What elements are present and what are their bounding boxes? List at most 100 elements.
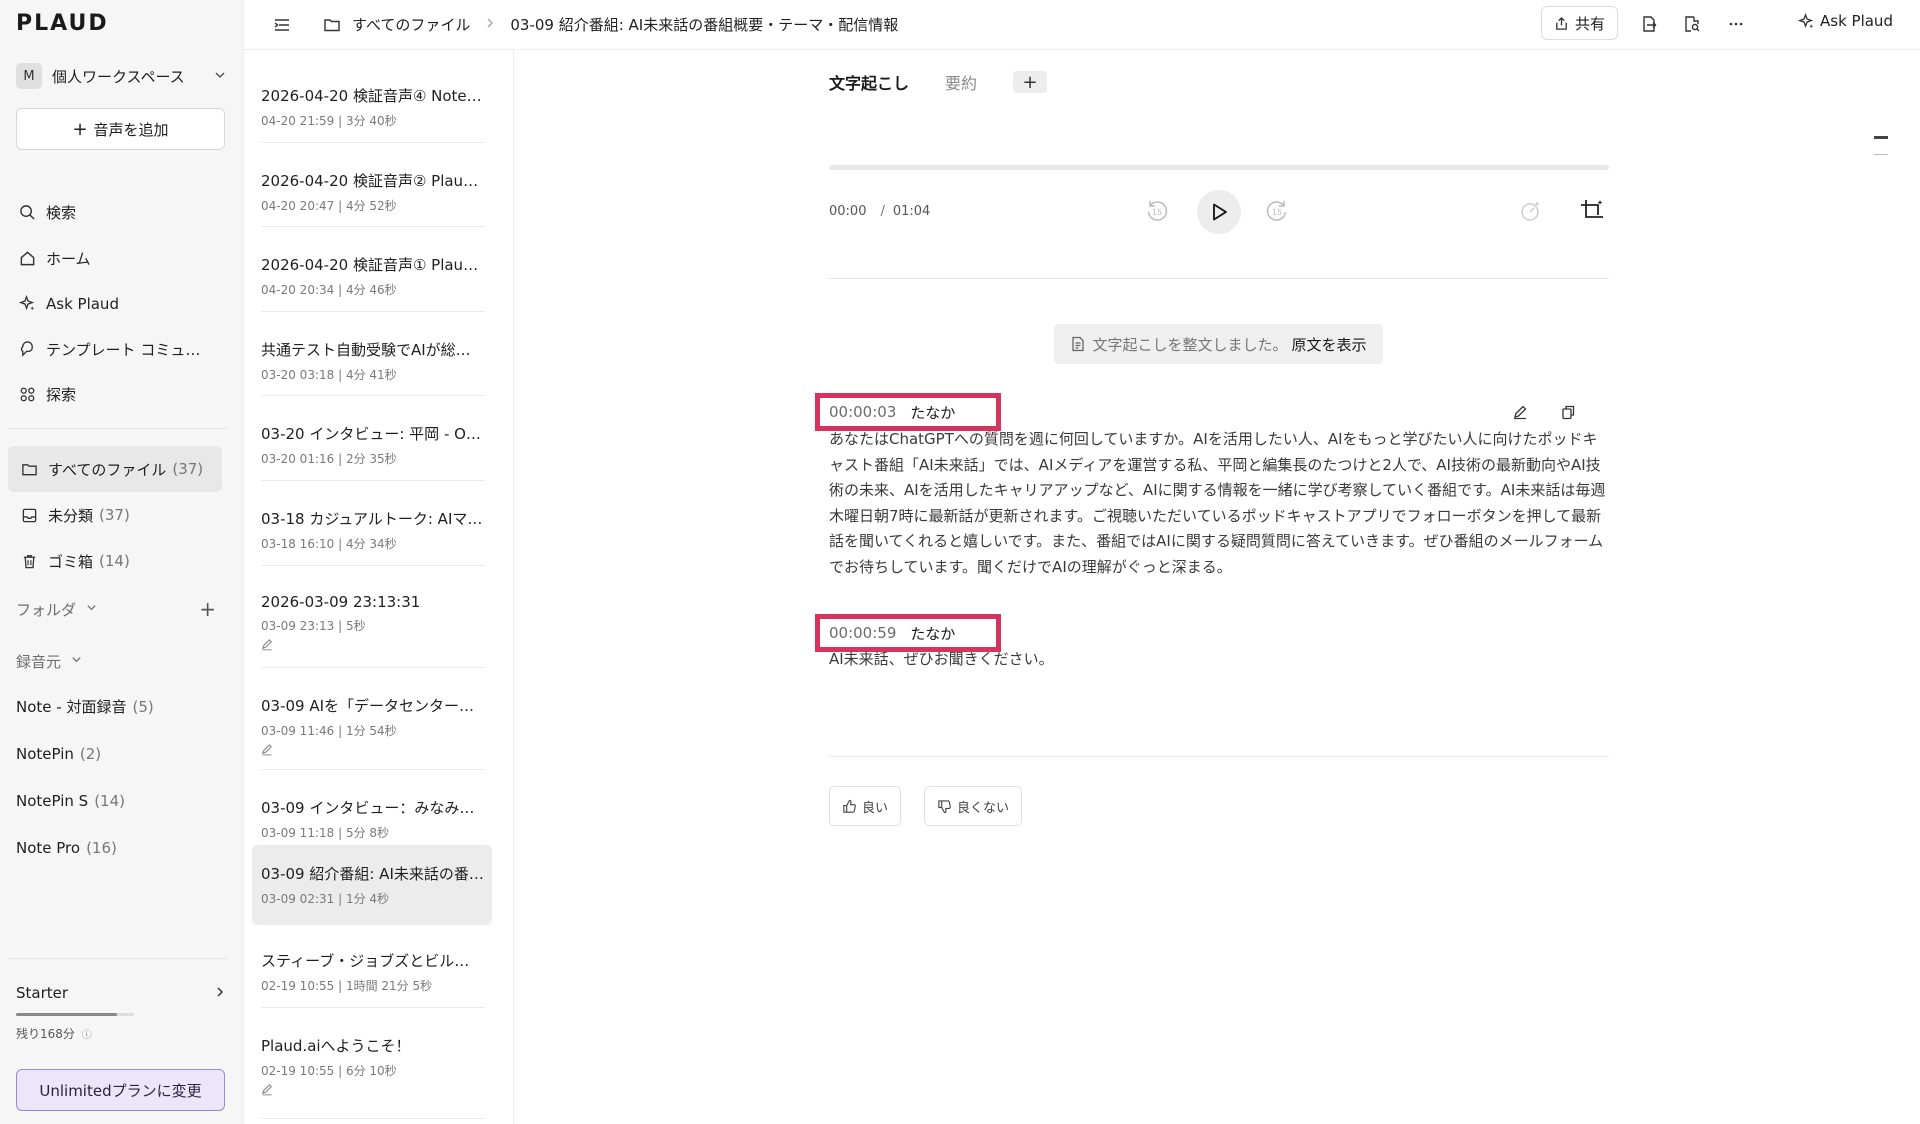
info-icon[interactable]: ⓘ — [82, 1030, 92, 1041]
plan-button[interactable]: Starter — [16, 982, 226, 1004]
file-count: (14) — [99, 552, 130, 570]
source-count: (14) — [94, 791, 125, 810]
add-audio-label: 音声を追加 — [93, 120, 169, 139]
forward-15-icon[interactable]: 15 — [1262, 196, 1292, 226]
upgrade-plan-button[interactable]: Unlimitedプランに変更 — [16, 1069, 225, 1111]
sparkle-icon — [1798, 12, 1814, 28]
recording-meta: 02-19 10:55 | 6分 10秒 — [261, 1064, 397, 1078]
document-search-icon[interactable] — [1680, 12, 1704, 36]
recording-item[interactable]: 共通テスト自動受験でAIが総… 03-20 03:18 | 4分 41秒 — [252, 321, 492, 399]
transcript-panel: 文字起こし 要約 + 00:00 / 01:04 15 15 文字起こしを整文しまし… — [515, 50, 1920, 1124]
sidebar-item-explore[interactable]: 探索 — [8, 372, 228, 418]
source-item[interactable]: Note Pro (16) — [16, 824, 226, 871]
copy-icon[interactable] — [1558, 402, 1578, 422]
recording-meta: 03-09 11:18 | 5分 8秒 — [261, 826, 390, 840]
thumbs-down-icon — [938, 799, 951, 813]
rewind-15-icon[interactable]: 15 — [1142, 196, 1172, 226]
edit-icon[interactable] — [1510, 402, 1530, 422]
transcript-notice: 文字起こしを整文しました。 原文を表示 — [1054, 324, 1383, 364]
edited-pen-icon — [261, 1083, 492, 1099]
speaker-name[interactable]: たなか — [910, 402, 955, 423]
add-tab-button[interactable]: + — [1013, 71, 1048, 93]
svg-text:15: 15 — [1152, 208, 1162, 217]
file-count: (37) — [99, 506, 130, 524]
recording-item[interactable]: 03-20 インタビュー: 平岡 - O… 03-20 01:16 | 2分 35… — [252, 405, 492, 483]
recording-title: スティーブ・ジョブズとビル… — [261, 952, 470, 970]
add-folder-icon[interactable]: + — [199, 597, 216, 621]
source-list: Note - 対面録音 (5) NotePin (2) NotePin S (1… — [16, 683, 226, 871]
source-item[interactable]: Note - 対面録音 (5) — [16, 683, 226, 730]
crop-clip-icon[interactable] — [1577, 196, 1607, 226]
folder-section-header[interactable]: フォルダ + — [16, 597, 226, 621]
recording-list: 2026-04-20 検証音声④ Note … 04-20 21:59 | 3分 … — [244, 50, 514, 1124]
recording-item[interactable]: 03-09 AIを「データセンター… 03-09 11:46 | 1分 54秒 — [252, 677, 492, 756]
recording-divider — [261, 311, 485, 312]
recording-title: 03-09 AIを「データセンター… — [261, 697, 475, 715]
minimize-icon[interactable] — [1874, 136, 1888, 139]
recording-item[interactable]: 2026-04-20 検証音声④ Note … 04-20 21:59 | 3分 … — [252, 67, 492, 145]
section-divider — [829, 278, 1609, 279]
trash-icon — [20, 552, 38, 570]
plaud-logo[interactable]: PLAUD — [16, 11, 109, 36]
segment-timestamp[interactable]: 00:00:03 — [829, 403, 896, 421]
source-item[interactable]: NotePin (2) — [16, 730, 226, 777]
folder-icon — [322, 15, 342, 35]
recording-item[interactable]: 03-09 紹介番組: AI未来話の番… 03-09 02:31 | 1分 4秒 — [252, 845, 492, 925]
source-section-header[interactable]: 録音元 — [16, 649, 226, 673]
feedback-bad-button[interactable]: 良くない — [924, 786, 1023, 826]
recording-item[interactable]: 2026-04-20 検証音声② Plaud… 04-20 20:47 | 4分 … — [252, 152, 492, 230]
share-button[interactable]: 共有 — [1541, 6, 1618, 40]
file-count: (37) — [172, 460, 204, 478]
recording-divider — [261, 565, 485, 566]
workspace-switcher[interactable]: M 個人ワークスペース — [16, 62, 226, 90]
notice-message: 文字起こしを整文しました。 — [1092, 335, 1288, 354]
recording-meta: 03-18 16:10 | 4分 34秒 — [261, 537, 397, 551]
segment-timestamp[interactable]: 00:00:59 — [829, 624, 896, 642]
recording-item[interactable]: スティーブ・ジョブズとビル… 02-19 10:55 | 1時間 21分 5秒 — [252, 932, 492, 1010]
feedback-good-button[interactable]: 良い — [829, 786, 902, 826]
recording-meta: 03-09 23:13 | 5秒 — [261, 619, 366, 633]
current-time: 00:00 — [829, 204, 867, 219]
sidebar-files: すべてのファイル (37) 未分類 (37) ゴミ箱 (14) — [8, 446, 228, 584]
recording-item[interactable]: 2026-04-20 検証音声① Plaud… 04-20 20:34 | 4分 … — [252, 236, 492, 314]
sidebar-item-uncategorized[interactable]: 未分類 (37) — [8, 492, 228, 538]
recording-title: 03-09 インタビュー：みなみ… — [261, 799, 475, 817]
tab-summary[interactable]: 要約 — [945, 70, 977, 94]
content-tabs: 文字起こし 要約 + — [829, 70, 1048, 94]
sidebar-item-all-files[interactable]: すべてのファイル (37) — [8, 446, 222, 492]
recording-item[interactable]: 03-18 カジュアルトーク: AIマ… 03-18 16:10 | 4分 34秒 — [252, 490, 492, 568]
sidebar-item-search[interactable]: 検索 — [8, 190, 228, 236]
workspace-avatar: M — [16, 63, 42, 89]
sidebar-item-ask-plaud[interactable]: Ask Plaud — [8, 281, 228, 327]
breadcrumb-root[interactable]: すべてのファイル — [352, 14, 470, 35]
toggle-sidebar-icon[interactable] — [270, 13, 294, 37]
source-label: NotePin S — [16, 791, 89, 810]
play-button[interactable] — [1197, 190, 1241, 234]
recording-title: 2026-03-09 23:13:31 — [261, 593, 421, 611]
show-original-link[interactable]: 原文を表示 — [1292, 334, 1367, 355]
add-audio-button[interactable]: + 音声を追加 — [16, 108, 225, 150]
source-item[interactable]: NotePin S (14) — [16, 777, 226, 824]
sidebar-item-trash[interactable]: ゴミ箱 (14) — [8, 538, 228, 584]
tab-transcript[interactable]: 文字起こし — [829, 70, 909, 94]
share-icon — [1556, 16, 1567, 30]
ask-plaud-label: Ask Plaud — [1820, 12, 1893, 30]
speaker-name[interactable]: たなか — [910, 623, 955, 644]
playback-speed-icon[interactable] — [1515, 196, 1545, 226]
sidebar-item-home[interactable]: ホーム — [8, 236, 228, 282]
ask-plaud-button[interactable]: Ask Plaud — [1798, 12, 1893, 30]
top-bar: すべてのファイル 03-09 紹介番組: AI未来話の番組概要・テーマ・配信情報… — [244, 0, 1920, 50]
playback-time: 00:00 / 01:04 — [829, 204, 930, 219]
more-options-icon[interactable] — [1724, 12, 1748, 36]
export-icon[interactable] — [1637, 12, 1661, 36]
recording-item[interactable]: Plaud.aiへようこそ！ 02-19 10:55 | 6分 10秒 — [252, 1017, 492, 1096]
segment-text: AI未来話、ぜひお聞きください。 — [829, 650, 1054, 668]
recording-item[interactable]: 2026-03-09 23:13:31 03-09 23:13 | 5秒 — [252, 575, 492, 653]
sidebar-item-template-community[interactable]: テンプレート コミュ… — [8, 327, 228, 373]
sidebar-item-label: すべてのファイル — [48, 460, 167, 479]
recording-meta: 03-20 01:16 | 2分 35秒 — [261, 452, 397, 466]
search-icon — [18, 204, 36, 222]
recording-divider — [261, 667, 485, 668]
recording-title: 03-18 カジュアルトーク: AIマ… — [261, 510, 483, 528]
playback-progress-bar[interactable] — [829, 165, 1609, 170]
